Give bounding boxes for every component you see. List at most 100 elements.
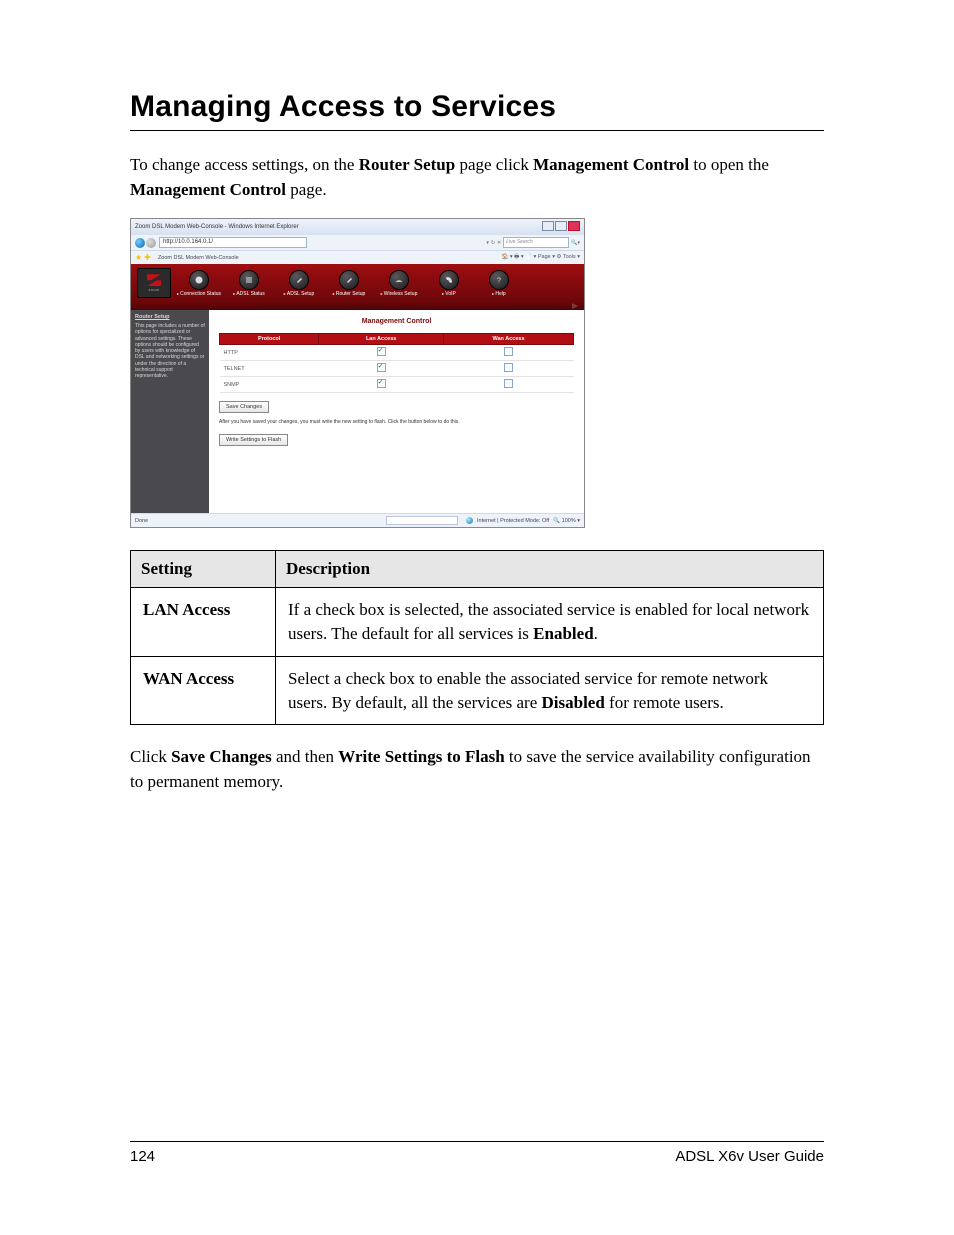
desc-wan-access: Select a check box to enable the associa… [276, 656, 824, 725]
bold-enabled: Enabled [533, 624, 593, 643]
zoom-level[interactable]: 🔍 100% ▾ [553, 518, 580, 524]
text: and then [272, 747, 339, 766]
address-input[interactable]: http://10.0.164.0.1/ [159, 237, 307, 248]
bold-save-changes: Save Changes [171, 747, 272, 766]
main-panel: Management Control Protocol Lan Access W… [209, 310, 584, 513]
header-setting: Setting [131, 551, 276, 588]
wrench-icon [339, 270, 359, 290]
save-changes-button[interactable]: Save Changes [219, 401, 269, 413]
toolbar-tools[interactable]: 🏠 ▾ 🖶 ▾ 📄 ▾ Page ▾ ⚙ Tools ▾ [502, 253, 581, 262]
menu-label: Connection Status [177, 291, 221, 297]
table-header-row: Protocol Lan Access Wan Access [220, 334, 574, 345]
checkbox-lan-http[interactable] [377, 347, 386, 356]
page-number: 124 [130, 1148, 155, 1165]
menu-label: VoIP [442, 291, 456, 297]
guide-title: ADSL X6v User Guide [675, 1148, 824, 1165]
nav-buttons [135, 238, 156, 248]
favorites-icon[interactable]: ★ [135, 253, 142, 262]
text: To change access settings, on the [130, 155, 359, 174]
col-wan-access: Wan Access [444, 334, 574, 345]
table-row: LAN Access If a check box is selected, t… [131, 588, 824, 657]
page-footer: 124 ADSL X6v User Guide [130, 1141, 824, 1165]
search-icon[interactable]: 🔍▾ [571, 240, 580, 246]
browser-screenshot: Zoom DSL Modem Web-Console - Windows Int… [130, 218, 585, 528]
zoom-logo-text: zoom [149, 287, 160, 292]
text: . [594, 624, 598, 643]
checkbox-wan-telnet[interactable] [504, 363, 513, 372]
table-row: HTTP [220, 345, 574, 361]
menu-adsl-status[interactable]: ADSL Status [225, 270, 273, 297]
window-buttons [541, 221, 580, 233]
cell-protocol: HTTP [220, 345, 319, 361]
close-icon[interactable] [568, 221, 580, 231]
setting-lan-access: LAN Access [131, 588, 276, 657]
refresh-icon[interactable]: ↻ [491, 240, 495, 246]
header-description: Description [276, 551, 824, 588]
security-zone: Internet | Protected Mode: Off [477, 518, 549, 524]
zoom-logo: zoom [137, 268, 171, 298]
browser-tab[interactable]: ★✚ Zoom DSL Modem Web-Console [135, 253, 239, 262]
document-page: Managing Access to Services To change ac… [0, 0, 954, 1235]
progress-bar [386, 516, 458, 525]
zoom-logo-icon [147, 274, 161, 286]
dropdown-icon[interactable]: ▾ [486, 240, 489, 246]
table-header-row: Setting Description [131, 551, 824, 588]
page-heading: Managing Access to Services [130, 90, 824, 124]
checkbox-wan-snmp[interactable] [504, 379, 513, 388]
app-header: zoom Connection Status ADSL Status ADSL … [131, 264, 584, 302]
minimize-icon[interactable] [542, 221, 554, 231]
checkbox-lan-telnet[interactable] [377, 363, 386, 372]
cell-wan [444, 345, 574, 361]
heading-rule [130, 130, 824, 131]
stop-icon[interactable]: ✕ [497, 240, 501, 246]
checkbox-lan-snmp[interactable] [377, 379, 386, 388]
back-icon[interactable] [135, 238, 145, 248]
cell-lan [319, 377, 444, 393]
help-icon: ? [489, 270, 509, 290]
write-settings-button[interactable]: Write Settings to Flash [219, 434, 288, 446]
bold-management-control-page: Management Control [130, 180, 286, 199]
intro-paragraph: To change access settings, on the Router… [130, 153, 824, 202]
adsl-status-icon [239, 270, 259, 290]
cell-lan [319, 345, 444, 361]
address-bar-row: http://10.0.164.0.1/ ▾ ↻ ✕ Live Search 🔍… [131, 235, 584, 250]
menu-adsl-setup[interactable]: ADSL Setup [275, 270, 323, 297]
status-bar: Done Internet | Protected Mode: Off 🔍 10… [131, 513, 584, 527]
phone-icon [439, 270, 459, 290]
bold-write-settings: Write Settings to Flash [338, 747, 504, 766]
menu-label: Router Setup [333, 291, 366, 297]
status-done: Done [135, 518, 148, 524]
menu-wireless-setup[interactable]: Wireless Setup [375, 270, 423, 297]
sidebar-title: Router Setup [135, 314, 205, 321]
wireless-icon [389, 270, 409, 290]
sidebar-text: This page includes a number of options f… [135, 323, 205, 379]
table-row: TELNET [220, 361, 574, 377]
forward-icon[interactable] [146, 238, 156, 248]
app-viewport: zoom Connection Status ADSL Status ADSL … [131, 264, 584, 513]
text: page. [286, 180, 327, 199]
footer-rule [130, 1141, 824, 1142]
cell-protocol: TELNET [220, 361, 319, 377]
tab-toolbar: ★✚ Zoom DSL Modem Web-Console 🏠 ▾ 🖶 ▾ 📄 … [131, 250, 584, 264]
menu-help[interactable]: ?Help [475, 270, 523, 297]
maximize-icon[interactable] [555, 221, 567, 231]
menu-label: ADSL Status [233, 291, 265, 297]
cell-protocol: SNMP [220, 377, 319, 393]
tab-label: Zoom DSL Modem Web-Console [158, 255, 239, 261]
main-menu: Connection Status ADSL Status ADSL Setup… [175, 270, 578, 297]
header-arrow-strip [131, 302, 584, 310]
wrench-icon [289, 270, 309, 290]
add-favorite-icon[interactable]: ✚ [144, 253, 151, 262]
checkbox-wan-http[interactable] [504, 347, 513, 356]
menu-label: Wireless Setup [381, 291, 418, 297]
window-title: Zoom DSL Modem Web-Console - Windows Int… [135, 224, 299, 230]
menu-voip[interactable]: VoIP [425, 270, 473, 297]
status-icon [189, 270, 209, 290]
search-input[interactable]: Live Search [503, 237, 569, 248]
menu-router-setup[interactable]: Router Setup [325, 270, 373, 297]
menu-connection-status[interactable]: Connection Status [175, 270, 223, 297]
menu-label: Help [492, 291, 505, 297]
desc-lan-access: If a check box is selected, the associat… [276, 588, 824, 657]
text: Click [130, 747, 171, 766]
bold-disabled: Disabled [542, 693, 605, 712]
